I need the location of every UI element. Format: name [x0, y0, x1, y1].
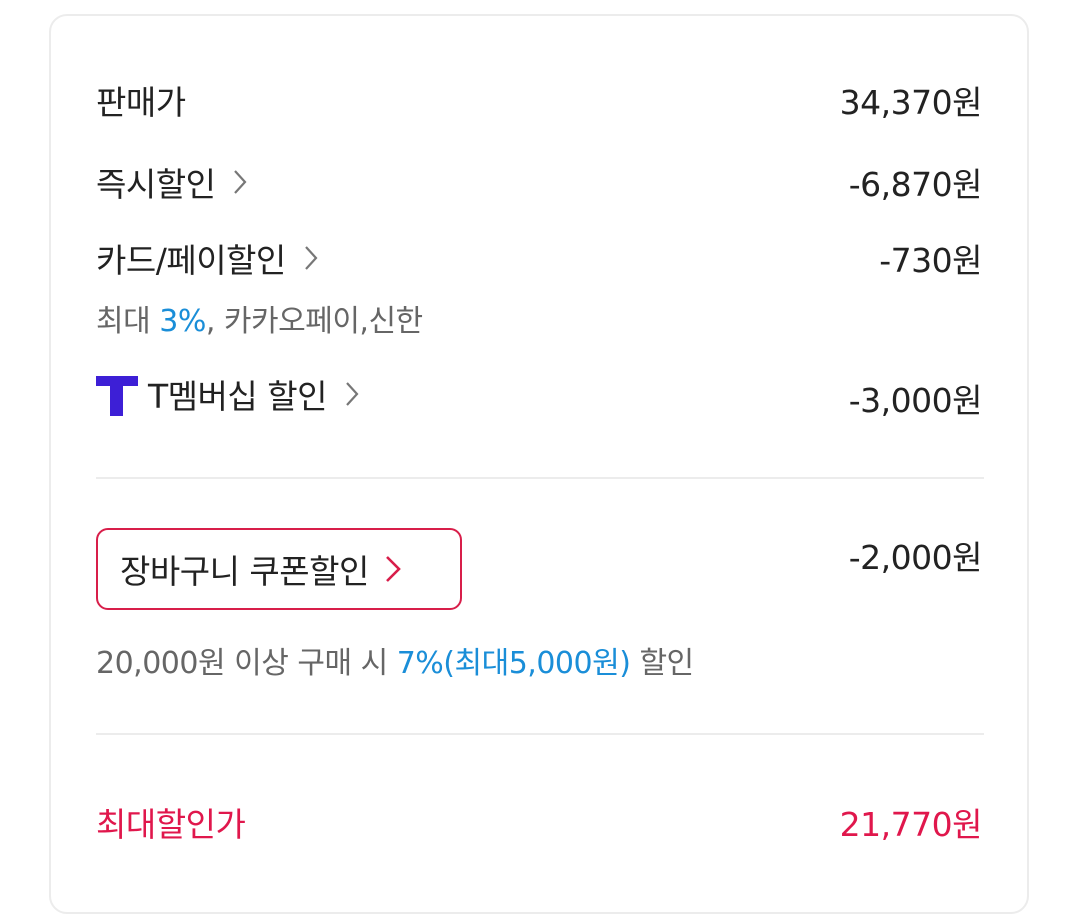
t-membership-link[interactable]: T멤버십 할인 — [96, 370, 359, 418]
t-membership-value: -3,000원 — [848, 381, 983, 420]
cart-coupon-note: 20,000원 이상 구매 시 7%(최대5,000원) 할인 — [96, 638, 694, 682]
sale-price-value: 34,370원 — [839, 83, 983, 122]
t-membership-label: T멤버십 할인 — [148, 377, 327, 416]
card-pay-discount-note: 최대 3%, 카카오페이,신한 — [96, 296, 423, 340]
instant-discount-link[interactable]: 즉시할인 — [96, 158, 247, 206]
instant-discount-label: 즉시할인 — [96, 165, 216, 204]
instant-discount-value: -6,870원 — [848, 165, 983, 204]
sale-price-row: 판매가 34,370원 — [96, 72, 983, 128]
card-pay-discount-row[interactable]: 카드/페이할인 -730원 — [96, 230, 982, 286]
chevron-right-icon — [304, 245, 318, 271]
chevron-right-icon — [345, 381, 359, 407]
instant-discount-row[interactable]: 즉시할인 -6,870원 — [96, 154, 983, 210]
max-discount-label: 최대할인가 — [96, 805, 246, 844]
max-discount-value: 21,770원 — [839, 805, 983, 844]
chevron-right-icon — [385, 555, 401, 583]
max-discount-row: 최대할인가 21,770원 — [96, 794, 983, 850]
coupon-note-suffix: 할인 — [630, 646, 694, 681]
t-membership-row[interactable]: T멤버십 할인 -3,000원 — [96, 364, 983, 424]
card-pay-discount-value: -730원 — [879, 241, 982, 280]
divider — [96, 477, 984, 479]
card-pay-note-suffix: , 카카오페이,신한 — [205, 304, 423, 339]
cart-coupon-button[interactable]: 장바구니 쿠폰할인 — [96, 528, 462, 610]
card-pay-note-highlight: 3% — [159, 304, 206, 339]
coupon-note-highlight: 7%(최대5,000원) — [396, 646, 631, 681]
divider — [96, 733, 984, 735]
sale-price-label: 판매가 — [96, 83, 186, 122]
card-pay-note-prefix: 최대 — [96, 304, 160, 339]
cart-coupon-value: -2,000원 — [848, 538, 983, 577]
coupon-note-prefix: 20,000원 이상 구매 시 — [96, 646, 397, 681]
cart-coupon-label: 장바구니 쿠폰할인 — [120, 552, 369, 591]
card-pay-discount-label: 카드/페이할인 — [96, 241, 286, 280]
chevron-right-icon — [233, 169, 247, 195]
card-pay-discount-link[interactable]: 카드/페이할인 — [96, 234, 318, 282]
price-summary-card — [49, 14, 1029, 914]
t-membership-logo — [96, 372, 138, 416]
